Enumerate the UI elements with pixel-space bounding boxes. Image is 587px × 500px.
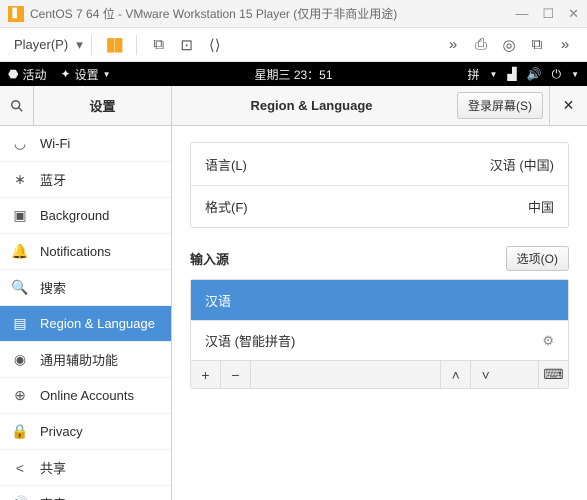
close-panel-button[interactable]: ✕ [549,86,587,125]
tool-icon-3[interactable]: ⟨⟩ [204,34,226,56]
vmware-logo-icon: ▋ [8,6,24,22]
input-sources-list: 汉语 汉语 (智能拼音) ⚙ [190,279,569,361]
settings-body: ◡ Wi-Fi ∗ 蓝牙 ▣ Background 🔔 Notification… [0,126,587,500]
remove-input-button[interactable]: − [221,361,251,388]
close-icon[interactable]: ✕ [568,6,579,22]
background-icon: ▣ [12,208,28,224]
sidebar-item-share[interactable]: < 共享 [0,450,171,486]
move-down-button[interactable]: ˅ [470,361,500,388]
chevron-icon[interactable]: » [554,34,576,56]
options-button[interactable]: 选项(O) [506,246,569,271]
cloud-icon: ⊕ [12,388,28,404]
settings-title: 设置 [34,86,172,125]
sidebar-item-label: 搜索 [40,278,66,297]
activities-button[interactable]: ⬣ 活动 [8,66,47,83]
network-status-icon[interactable]: ▟ [507,67,516,81]
input-source-row[interactable]: 汉语 (智能拼音) ⚙ [191,320,568,360]
language-format-card: 语言(L) 汉语 (中国) 格式(F) 中国 [190,142,569,228]
sidebar-item-bluetooth[interactable]: ∗ 蓝牙 [0,162,171,198]
input-sources-toolbar: + − ˄ ˅ ⌨ [190,361,569,389]
add-input-button[interactable]: + [191,361,221,388]
sidebar-item-label: 声音 [40,494,66,500]
sidebar-item-privacy[interactable]: 🔒 Privacy [0,414,171,450]
sidebar-item-label: 蓝牙 [40,170,66,189]
sound-icon: 🔊 [12,496,28,500]
search-button[interactable] [0,86,34,125]
keyboard-layout-button[interactable]: ⌨ [538,361,568,388]
ime-indicator[interactable]: 拼 [467,66,479,83]
format-value: 中国 [528,197,554,216]
player-menu[interactable]: Player(P) [8,34,74,55]
input-source-label: 汉语 (智能拼音) [205,331,295,350]
power-status-icon[interactable]: ⏻ [552,67,562,82]
bell-icon: 🔔 [12,244,28,260]
language-value: 汉语 (中国) [490,155,554,174]
language-row[interactable]: 语言(L) 汉语 (中国) [191,143,568,185]
sidebar-item-notifications[interactable]: 🔔 Notifications [0,234,171,270]
region-language-panel: 语言(L) 汉语 (中国) 格式(F) 中国 输入源 选项(O) 汉语 汉语 (… [172,126,587,500]
sidebar-item-label: 通用辅助功能 [40,350,118,369]
tool-icon-right-1[interactable]: » [442,34,464,56]
sidebar-item-online-accounts[interactable]: ⊕ Online Accounts [0,378,171,414]
vmware-window-title: CentOS 7 64 位 - VMware Workstation 15 Pl… [30,5,515,22]
pause-icon[interactable]: ▮▮ [103,34,125,56]
sidebar-item-label: Wi-Fi [40,136,70,151]
sidebar-item-background[interactable]: ▣ Background [0,198,171,234]
sidebar-item-label: Region & Language [40,316,155,331]
volume-status-icon[interactable]: 🔊 [527,67,542,81]
sidebar-item-accessibility[interactable]: ◉ 通用辅助功能 [0,342,171,378]
sidebar-item-label: Privacy [40,424,83,439]
accessibility-icon: ◉ [12,352,28,368]
settings-header: 设置 Region & Language 登录屏幕(S) ✕ [0,86,587,126]
sidebar-item-region-language[interactable]: ▤ Region & Language [0,306,171,342]
gnome-top-bar: ⬣ 活动 ✦ 设置 ▼ 星期三 23：51 拼 ▼ ▟ 🔊 ⏻ ▼ [0,62,587,86]
lock-icon: 🔒 [12,424,28,440]
input-sources-header: 输入源 选项(O) [190,246,569,271]
sidebar-item-sound[interactable]: 🔊 声音 [0,486,171,500]
printer-icon[interactable]: ⎙ [470,34,492,56]
wifi-icon: ◡ [12,136,28,152]
format-row[interactable]: 格式(F) 中国 [191,185,568,227]
input-sources-title: 输入源 [190,249,506,268]
globe-icon: ▤ [12,316,28,332]
share-icon: < [12,460,28,476]
network-icon[interactable]: ⧉ [526,34,548,56]
sidebar-item-search[interactable]: 🔍 搜索 [0,270,171,306]
language-label: 语言(L) [205,155,490,174]
bluetooth-icon: ∗ [12,172,28,188]
settings-sidebar: ◡ Wi-Fi ∗ 蓝牙 ▣ Background 🔔 Notification… [0,126,172,500]
gear-icon[interactable]: ⚙ [542,333,554,349]
wrench-icon: ✦ [61,67,71,81]
move-up-button[interactable]: ˄ [440,361,470,388]
search-icon [10,99,24,113]
sidebar-item-label: Online Accounts [40,388,134,403]
vmware-title-bar: ▋ CentOS 7 64 位 - VMware Workstation 15 … [0,0,587,28]
sidebar-item-label: 共享 [40,458,66,477]
disc-icon[interactable]: ◎ [498,34,520,56]
input-source-label: 汉语 [205,291,231,310]
tool-icon-2[interactable]: ⊡ [176,34,198,56]
login-screen-button[interactable]: 登录屏幕(S) [457,92,543,119]
clock[interactable]: 星期三 23：51 [254,66,332,83]
maximize-icon[interactable]: ☐ [542,6,554,22]
format-label: 格式(F) [205,197,528,216]
vmware-toolbar: Player(P) ▾ ▮▮ ⧉ ⊡ ⟨⟩ » ⎙ ◎ ⧉ » [0,28,587,62]
activities-icon: ⬣ [8,67,18,81]
panel-title: Region & Language [172,86,451,125]
sidebar-item-wifi[interactable]: ◡ Wi-Fi [0,126,171,162]
search-icon: 🔍 [12,280,28,296]
sidebar-item-label: Notifications [40,244,111,259]
app-menu[interactable]: ✦ 设置 ▼ [61,66,111,83]
tool-icon-1[interactable]: ⧉ [148,34,170,56]
minimize-icon[interactable]: — [515,6,528,22]
input-source-row[interactable]: 汉语 [191,280,568,320]
sidebar-item-label: Background [40,208,109,223]
